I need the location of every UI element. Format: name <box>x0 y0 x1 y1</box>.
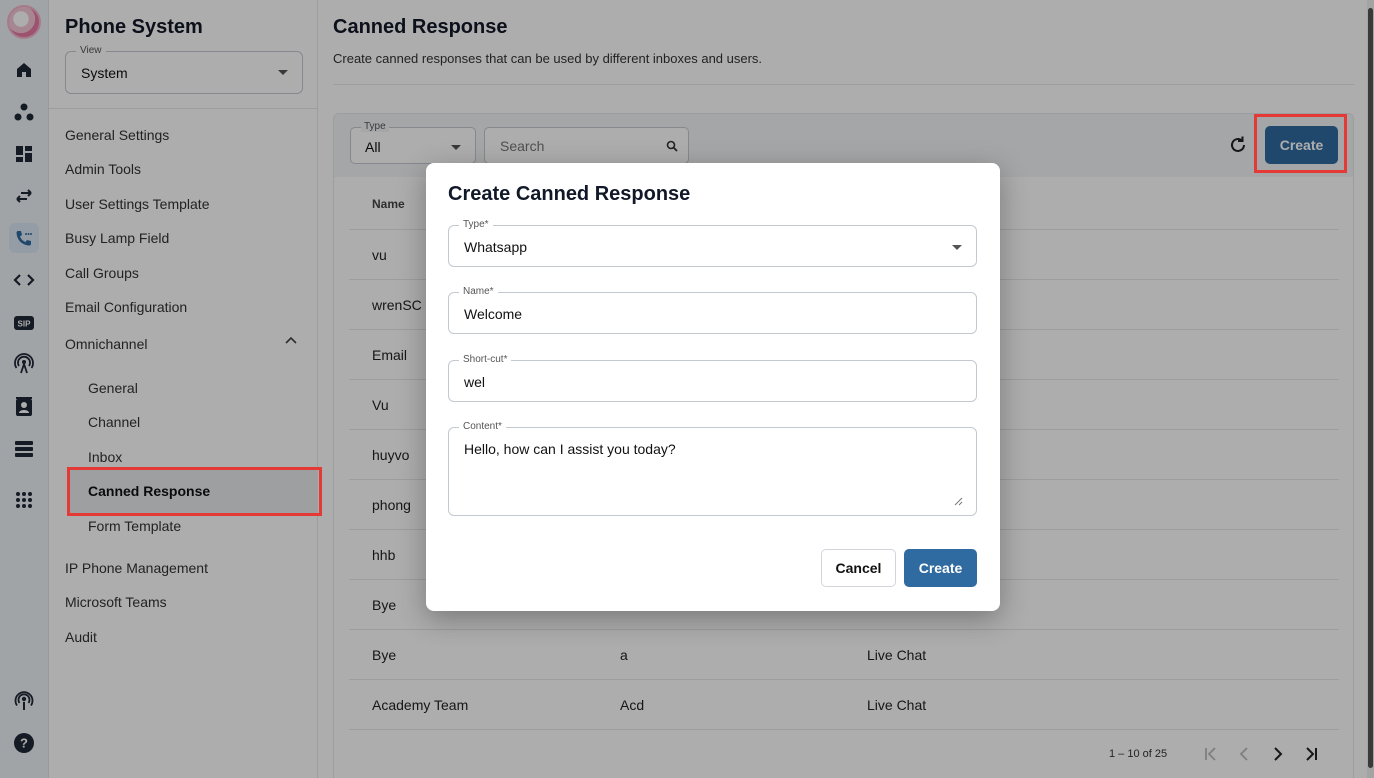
dialog-title: Create Canned Response <box>448 183 691 205</box>
content-label: Content* <box>459 421 506 432</box>
resize-handle-icon[interactable] <box>954 497 963 506</box>
content-value[interactable]: Hello, how can I assist you today? <box>464 441 676 457</box>
name-field[interactable]: Name* Welcome <box>448 286 977 334</box>
type-label: Type* <box>459 219 493 230</box>
shortcut-label: Short-cut* <box>459 354 512 365</box>
name-label: Name* <box>459 286 498 297</box>
shortcut-value[interactable]: wel <box>464 374 485 390</box>
create-canned-response-dialog: Create Canned Response Type* Whatsapp Na… <box>426 163 1000 611</box>
type-select[interactable]: Type* Whatsapp <box>448 219 977 267</box>
chevron-down-icon <box>952 245 962 250</box>
name-value[interactable]: Welcome <box>464 306 522 322</box>
cancel-button[interactable]: Cancel <box>821 549 896 587</box>
shortcut-field[interactable]: Short-cut* wel <box>448 354 977 402</box>
dialog-create-button[interactable]: Create <box>904 549 977 587</box>
content-textarea[interactable]: Content* Hello, how can I assist you tod… <box>448 421 977 516</box>
type-value: Whatsapp <box>464 239 528 255</box>
